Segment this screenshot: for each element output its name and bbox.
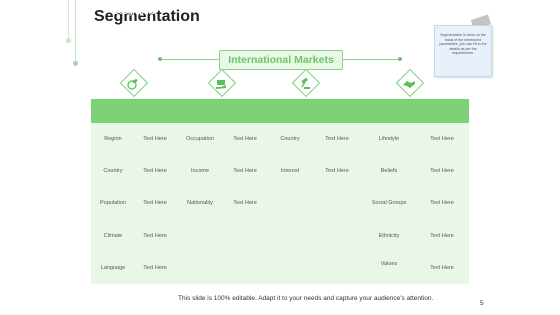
table-cell: Values [380, 261, 398, 267]
handshake-icon [403, 81, 415, 88]
header-political-legal: Political- Legal [288, 7, 342, 16]
banner-pill: International Markets [219, 50, 343, 70]
decor-dot [66, 38, 71, 43]
connector-line [341, 59, 400, 60]
table-cell: Text Here [430, 233, 454, 239]
table-cell: Text Here [143, 168, 167, 174]
table-cell: Population [100, 200, 126, 206]
table-cell: Region [104, 136, 122, 142]
note-text: Segmentation is done on the basis of the… [439, 33, 487, 56]
header-cultural: Cultural [401, 7, 431, 16]
table-cell: Occupation [186, 136, 214, 142]
connector-dot [158, 57, 162, 61]
table-cell: Lifestyle [378, 136, 400, 142]
banner-label: International Markets [228, 54, 334, 66]
decor-line [68, 0, 69, 40]
sticky-note: Segmentation is done on the basis of the… [434, 25, 492, 77]
table-cell: Country [280, 136, 300, 142]
decor-line [75, 0, 76, 64]
table-cell: Text Here [233, 200, 257, 206]
table-cell: Ethnicity [378, 233, 400, 239]
table-cell: Text Here [430, 200, 454, 206]
table-cell: Interest [280, 168, 300, 174]
table-header [91, 99, 469, 123]
table-cell: Text Here [430, 168, 454, 174]
table-cell: Text Here [233, 168, 257, 174]
connector-line [160, 59, 219, 60]
table-cell: Social Groups [371, 200, 407, 206]
table-cell: Text Here [325, 136, 349, 142]
table-cell: Climate [103, 233, 123, 239]
header-geographic: Geographic [113, 7, 155, 16]
segmentation-table [91, 99, 469, 284]
table-cell: Text Here [233, 136, 257, 142]
connector-dot [398, 57, 402, 61]
table-cell: Income [190, 168, 210, 174]
table-cell: Text Here [143, 136, 167, 142]
table-cell: Nationality [187, 200, 213, 206]
table-cell: Text Here [143, 200, 167, 206]
gavel-icon [301, 77, 310, 89]
table-cell: Text Here [430, 265, 454, 271]
footer-text: This slide is 100% editable. Adapt it to… [178, 295, 434, 302]
table-cell: Text Here [143, 233, 167, 239]
page-number: 5 [480, 300, 484, 307]
table-cell: Text Here [430, 136, 454, 142]
header-economic: Economic [204, 7, 240, 16]
decor-dot [73, 61, 78, 66]
table-cell: Text Here [325, 168, 349, 174]
table-cell: Text Here [143, 265, 167, 271]
table-cell: Language [100, 265, 126, 271]
table-cell: Beliefs [380, 168, 398, 174]
money-hand-icon [216, 80, 226, 89]
table-cell: Country [103, 168, 123, 174]
globe-leaf-icon [127, 79, 138, 90]
